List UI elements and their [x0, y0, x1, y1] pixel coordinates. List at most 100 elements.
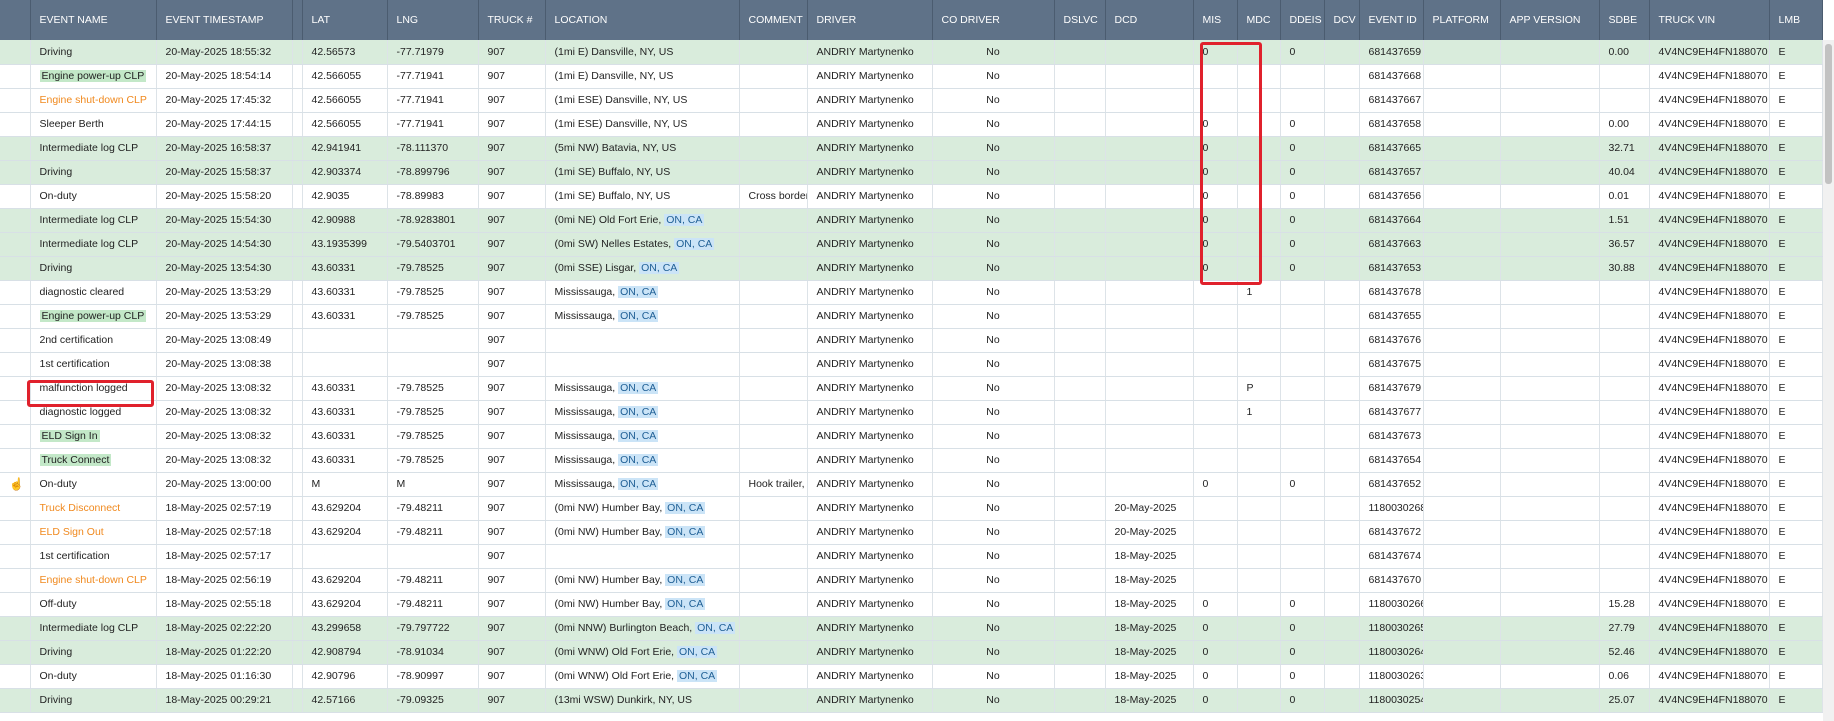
- table-row[interactable]: 1st certification 20-May-2025 13:08:38 907…: [0, 352, 1823, 377]
- event-name-label[interactable]: Intermediate log CLP: [40, 142, 139, 154]
- event-name-label[interactable]: malfunction logged: [40, 382, 128, 394]
- event-name-label[interactable]: 2nd certification: [40, 334, 114, 346]
- column-header-location[interactable]: LOCATION: [545, 0, 740, 40]
- event-name-label[interactable]: 1st certification: [40, 358, 110, 370]
- table-row[interactable]: On-duty 20-May-2025 15:58:20 42.9035 -78.89…: [0, 184, 1823, 209]
- cell-app-version: [1500, 352, 1600, 377]
- event-name-label[interactable]: Truck Connect: [39, 454, 112, 466]
- table-row[interactable]: Driving 20-May-2025 13:54:30 43.60331 -79.7…: [0, 256, 1823, 281]
- event-name-label[interactable]: ELD Sign In: [39, 430, 100, 442]
- table-row[interactable]: Intermediate log CLP 20-May-2025 15:54:30…: [0, 208, 1823, 233]
- table-row[interactable]: On-duty 18-May-2025 01:16:30 42.90796 -78.9…: [0, 664, 1823, 689]
- event-name-label[interactable]: Driving: [40, 46, 73, 58]
- event-name-label[interactable]: Intermediate log CLP: [40, 214, 139, 226]
- event-name-label[interactable]: Engine power-up CLP: [39, 310, 147, 322]
- table-row[interactable]: diagnostic cleared 20-May-2025 13:53:29 43…: [0, 280, 1823, 305]
- event-name-label[interactable]: On-duty: [40, 478, 77, 490]
- cell-location: (0mi NW) Humber Bay, ON, CA: [545, 496, 740, 521]
- column-header-select[interactable]: [0, 0, 31, 40]
- table-row[interactable]: 2nd certification 20-May-2025 13:08:49 907…: [0, 328, 1823, 353]
- cell-truck: 907: [478, 688, 546, 713]
- table-row[interactable]: malfunction logged 20-May-2025 13:08:32 43…: [0, 376, 1823, 401]
- event-name-label[interactable]: diagnostic logged: [40, 406, 122, 418]
- event-name-label[interactable]: Off-duty: [40, 598, 77, 610]
- event-name-label[interactable]: On-duty: [40, 670, 77, 682]
- column-header-truck-vin[interactable]: TRUCK VIN: [1649, 0, 1770, 40]
- event-name-label[interactable]: On-duty: [40, 190, 77, 202]
- column-header-co-driver[interactable]: CO DRIVER: [932, 0, 1055, 40]
- cell-sdbe: [1599, 424, 1650, 449]
- event-name-label[interactable]: Intermediate log CLP: [40, 622, 139, 634]
- column-header-ddeis[interactable]: DDEIS: [1280, 0, 1325, 40]
- table-row[interactable]: ELD Sign In 20-May-2025 13:08:32 43.60331-…: [0, 424, 1823, 449]
- column-header-spacer[interactable]: [292, 0, 303, 40]
- cell-platform: [1423, 304, 1501, 329]
- table-row[interactable]: Intermediate log CLP 18-May-2025 02:22:20…: [0, 616, 1823, 641]
- column-header-dcd[interactable]: DCD: [1105, 0, 1194, 40]
- table-row[interactable]: Driving 20-May-2025 18:55:32 42.56573 -77.7…: [0, 40, 1823, 65]
- event-name-label[interactable]: Sleeper Berth: [40, 118, 104, 130]
- event-name-label[interactable]: Engine shut-down CLP: [40, 94, 147, 106]
- column-header-platform[interactable]: PLATFORM: [1423, 0, 1501, 40]
- table-row[interactable]: ELD Sign Out 18-May-2025 02:57:18 43.62920…: [0, 520, 1823, 545]
- event-name-label[interactable]: Driving: [40, 262, 73, 274]
- cell-truck-vin: 4V4NC9EH4FN188070: [1649, 88, 1770, 113]
- event-name-label[interactable]: Truck Disconnect: [40, 502, 121, 514]
- column-header-sdbe[interactable]: SDBE: [1599, 0, 1650, 40]
- cell-truck-vin: 4V4NC9EH4FN188070: [1649, 256, 1770, 281]
- cell-ddeis: [1280, 400, 1325, 425]
- table-row[interactable]: Sleeper Berth 20-May-2025 17:44:15 42.5660…: [0, 112, 1823, 137]
- event-name-label[interactable]: 1st certification: [40, 550, 110, 562]
- table-row[interactable]: Driving 20-May-2025 15:58:37 42.903374 -78.…: [0, 160, 1823, 185]
- column-header-lmb[interactable]: LMB: [1769, 0, 1823, 40]
- event-name-label[interactable]: Engine shut-down CLP: [40, 574, 147, 586]
- event-name-label[interactable]: ELD Sign Out: [40, 526, 104, 538]
- cell-event-id: 681437670: [1359, 568, 1424, 593]
- cell-driver: ANDRIY Martynenko: [807, 520, 933, 545]
- column-header-lng[interactable]: LNG: [387, 0, 479, 40]
- event-name-label[interactable]: Driving: [40, 646, 73, 658]
- cell-dslvc: [1054, 112, 1106, 137]
- column-header-lat[interactable]: LAT: [302, 0, 388, 40]
- table-row[interactable]: Driving 18-May-2025 00:29:21 42.57166 -79.0…: [0, 688, 1823, 713]
- cell-dcv: [1324, 352, 1360, 377]
- column-header-driver[interactable]: DRIVER: [807, 0, 933, 40]
- table-row[interactable]: Intermediate log CLP 20-May-2025 14:54:30…: [0, 232, 1823, 257]
- column-header-event-name[interactable]: EVENT NAME: [30, 0, 157, 40]
- table-row[interactable]: Truck Connect 20-May-2025 13:08:32 43.6033…: [0, 448, 1823, 473]
- table-row[interactable]: Intermediate log CLP 20-May-2025 16:58:37…: [0, 136, 1823, 161]
- table-row[interactable]: Driving 18-May-2025 01:22:20 42.908794 -78.…: [0, 640, 1823, 665]
- table-row[interactable]: ☝ On-duty 20-May-2025 13:00:00 M M 907 Mississ…: [0, 472, 1823, 497]
- column-header-truck[interactable]: TRUCK #: [478, 0, 546, 40]
- column-header-app-version[interactable]: APP VERSION: [1500, 0, 1600, 40]
- column-header-event-id[interactable]: EVENT ID: [1359, 0, 1424, 40]
- column-header-comment[interactable]: COMMENT: [739, 0, 808, 40]
- table-row[interactable]: Truck Disconnect 18-May-2025 02:57:19 43.6…: [0, 496, 1823, 521]
- scrollbar-thumb[interactable]: [1825, 44, 1832, 184]
- column-header-event-timestamp[interactable]: EVENT TIMESTAMP: [156, 0, 293, 40]
- event-name-label[interactable]: Driving: [40, 694, 73, 706]
- cell-event-id: 681437665: [1359, 136, 1424, 161]
- table-row[interactable]: Engine power-up CLP 20-May-2025 18:54:14 4…: [0, 64, 1823, 89]
- event-name-label[interactable]: Intermediate log CLP: [40, 238, 139, 250]
- table-row[interactable]: diagnostic logged 20-May-2025 13:08:32 43.…: [0, 400, 1823, 425]
- table-row[interactable]: Engine power-up CLP 20-May-2025 13:53:29 4…: [0, 304, 1823, 329]
- cell-lat: 43.629204: [302, 520, 388, 545]
- column-header-dcv[interactable]: DCV: [1324, 0, 1360, 40]
- column-header-mis[interactable]: MIS: [1193, 0, 1238, 40]
- location-region-highlight: ON, CA: [695, 622, 736, 634]
- vertical-scrollbar[interactable]: [1823, 40, 1834, 721]
- cell-select: [0, 352, 31, 377]
- column-header-dslvc[interactable]: DSLVC: [1054, 0, 1106, 40]
- event-name-label[interactable]: diagnostic cleared: [40, 286, 125, 298]
- cell-truck: 907: [478, 40, 546, 65]
- event-name-label[interactable]: Driving: [40, 166, 73, 178]
- cell-lng: -79.797722: [387, 616, 479, 641]
- table-row[interactable]: Engine shut-down CLP 20-May-2025 17:45:32…: [0, 88, 1823, 113]
- column-header-mdc[interactable]: MDC: [1237, 0, 1281, 40]
- table-row[interactable]: Engine shut-down CLP 18-May-2025 02:56:19…: [0, 568, 1823, 593]
- location-region-highlight: ON, CA: [618, 406, 659, 418]
- table-row[interactable]: Off-duty 18-May-2025 02:55:18 43.629204 -79…: [0, 592, 1823, 617]
- table-row[interactable]: 1st certification 18-May-2025 02:57:17 907…: [0, 544, 1823, 569]
- event-name-label[interactable]: Engine power-up CLP: [39, 70, 147, 82]
